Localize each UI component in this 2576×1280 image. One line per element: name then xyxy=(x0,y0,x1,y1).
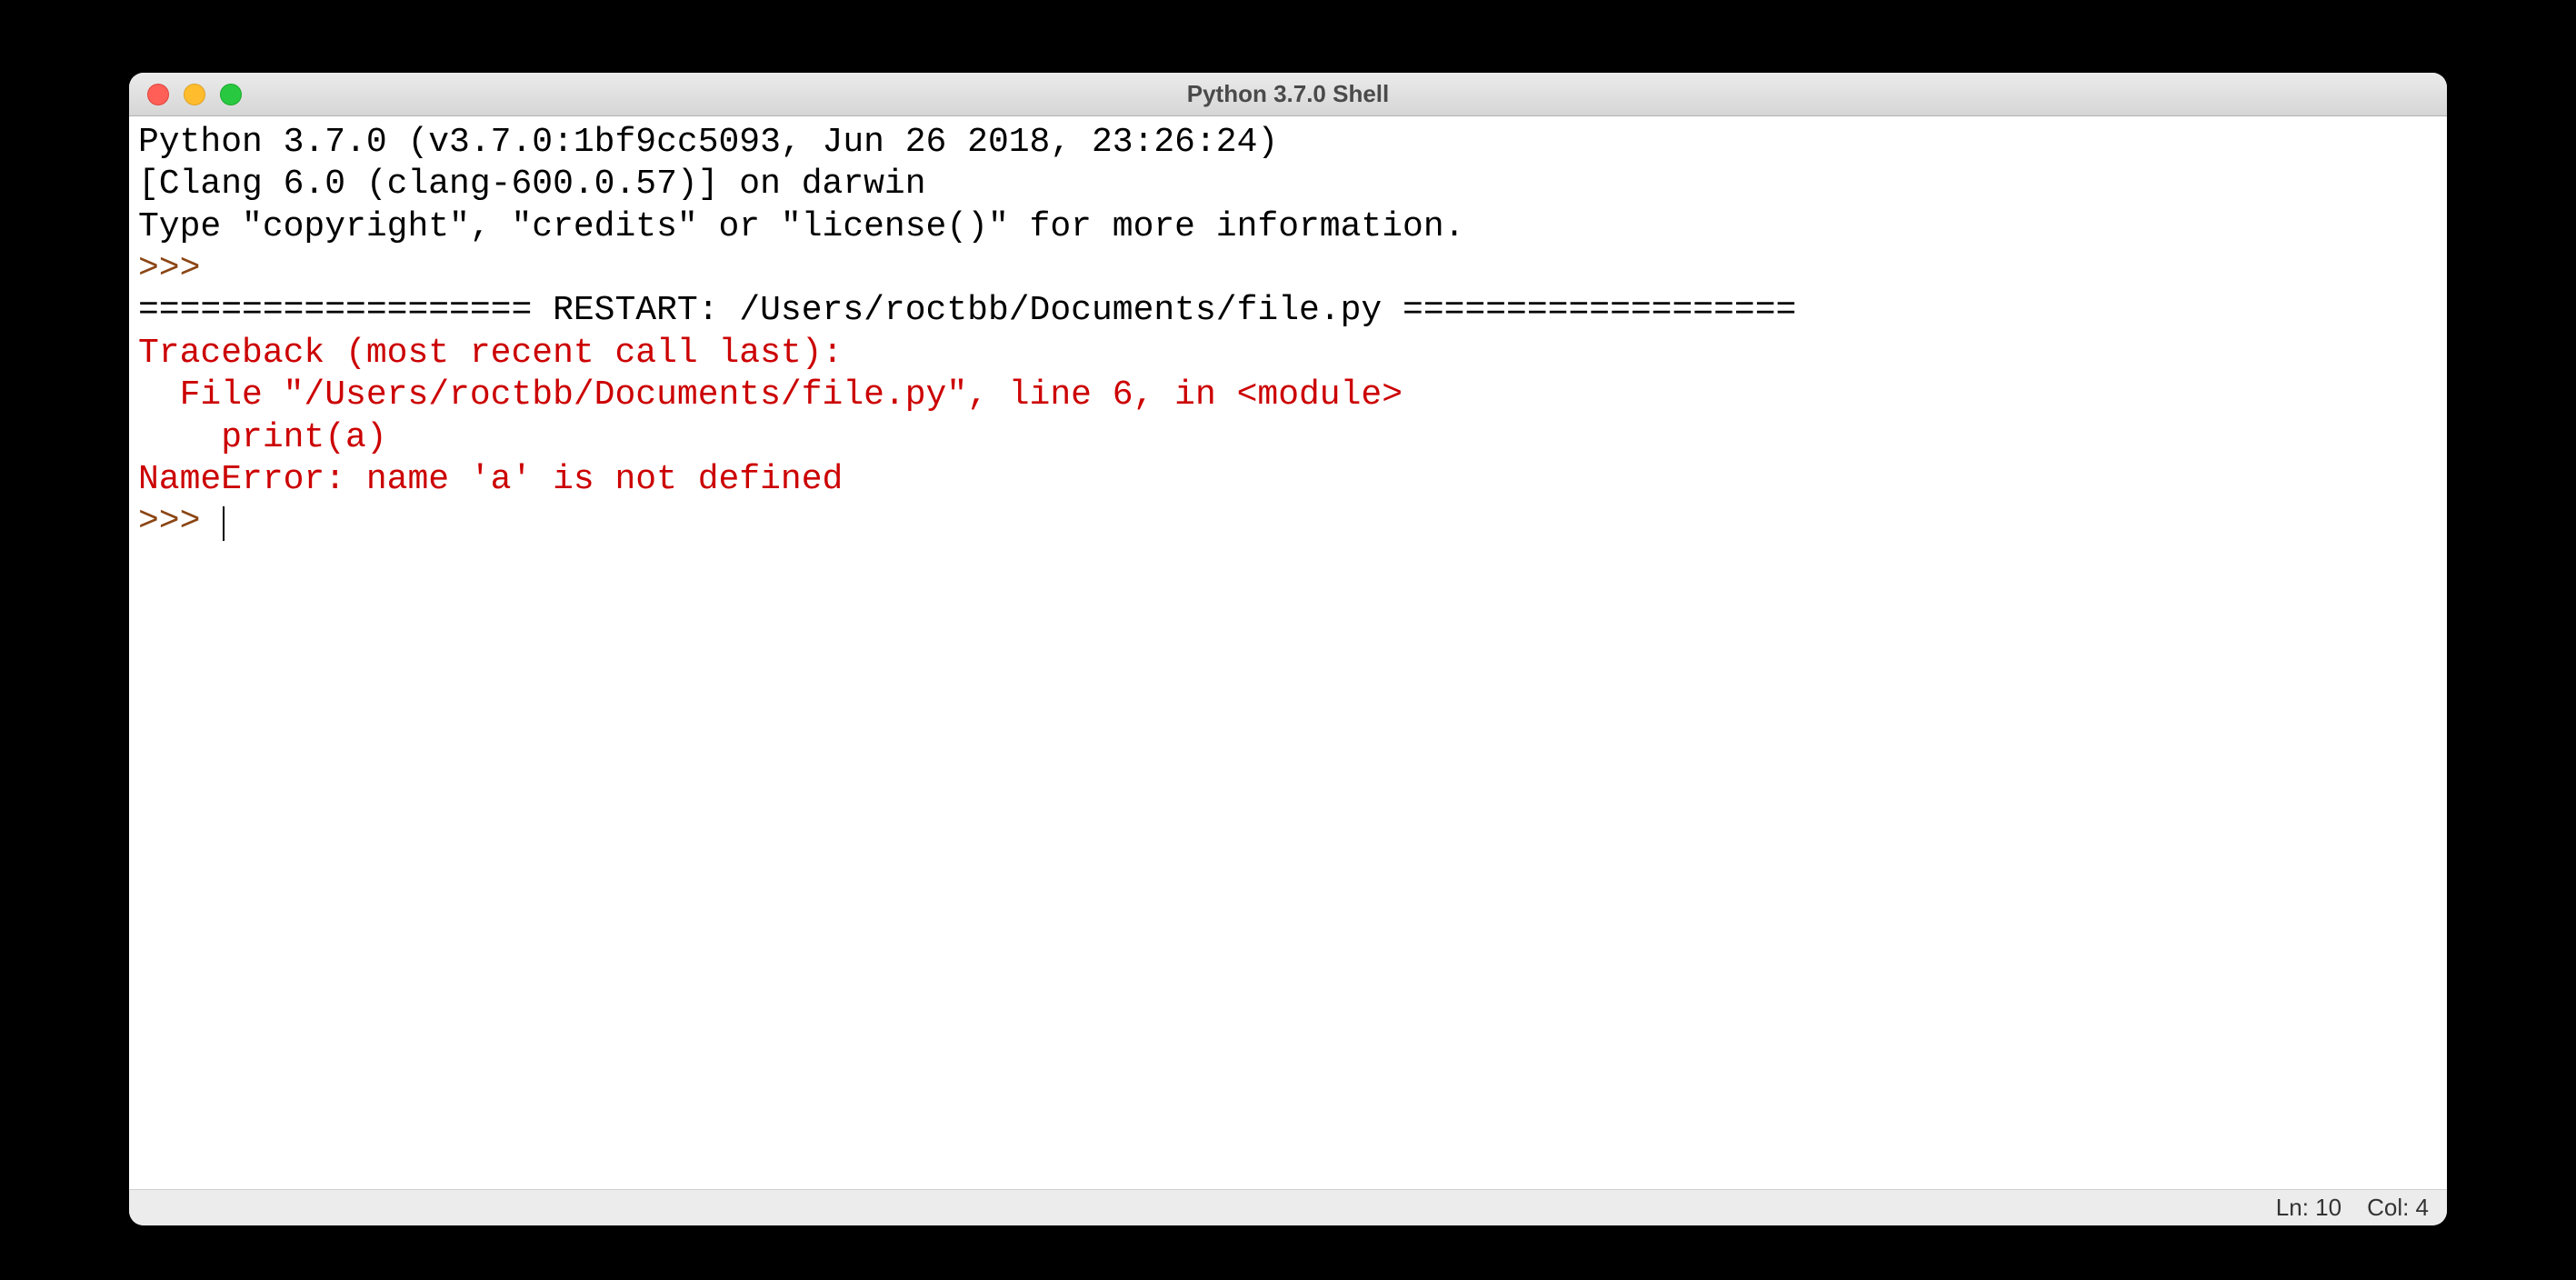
zoom-icon[interactable] xyxy=(220,84,242,105)
status-bar: Ln: 10 Col: 4 xyxy=(129,1189,2447,1225)
status-column-number: Col: 4 xyxy=(2367,1194,2429,1222)
minimize-icon[interactable] xyxy=(184,84,205,105)
text-cursor xyxy=(223,506,225,541)
window-title: Python 3.7.0 Shell xyxy=(129,80,2447,108)
traceback-line: print(a) xyxy=(138,418,387,457)
banner-line: Python 3.7.0 (v3.7.0:1bf9cc5093, Jun 26 … xyxy=(138,123,1299,162)
close-icon[interactable] xyxy=(147,84,169,105)
traffic-lights xyxy=(129,84,242,105)
traceback-line: NameError: name 'a' is not defined xyxy=(138,460,843,499)
traceback-line: Traceback (most recent call last): xyxy=(138,334,843,373)
banner-line: [Clang 6.0 (clang-600.0.57)] on darwin xyxy=(138,165,926,204)
window-titlebar[interactable]: Python 3.7.0 Shell xyxy=(129,73,2447,116)
restart-line: =================== RESTART: /Users/roct… xyxy=(138,291,1796,330)
idle-shell-window: Python 3.7.0 Shell Python 3.7.0 (v3.7.0:… xyxy=(129,73,2447,1225)
prompt: >>> xyxy=(138,502,221,541)
status-line-number: Ln: 10 xyxy=(2276,1194,2341,1222)
shell-text-area[interactable]: Python 3.7.0 (v3.7.0:1bf9cc5093, Jun 26 … xyxy=(129,116,2447,1189)
prompt: >>> xyxy=(138,249,221,288)
traceback-line: File "/Users/roctbb/Documents/file.py", … xyxy=(138,375,1403,415)
banner-line: Type "copyright", "credits" or "license(… xyxy=(138,207,1464,246)
